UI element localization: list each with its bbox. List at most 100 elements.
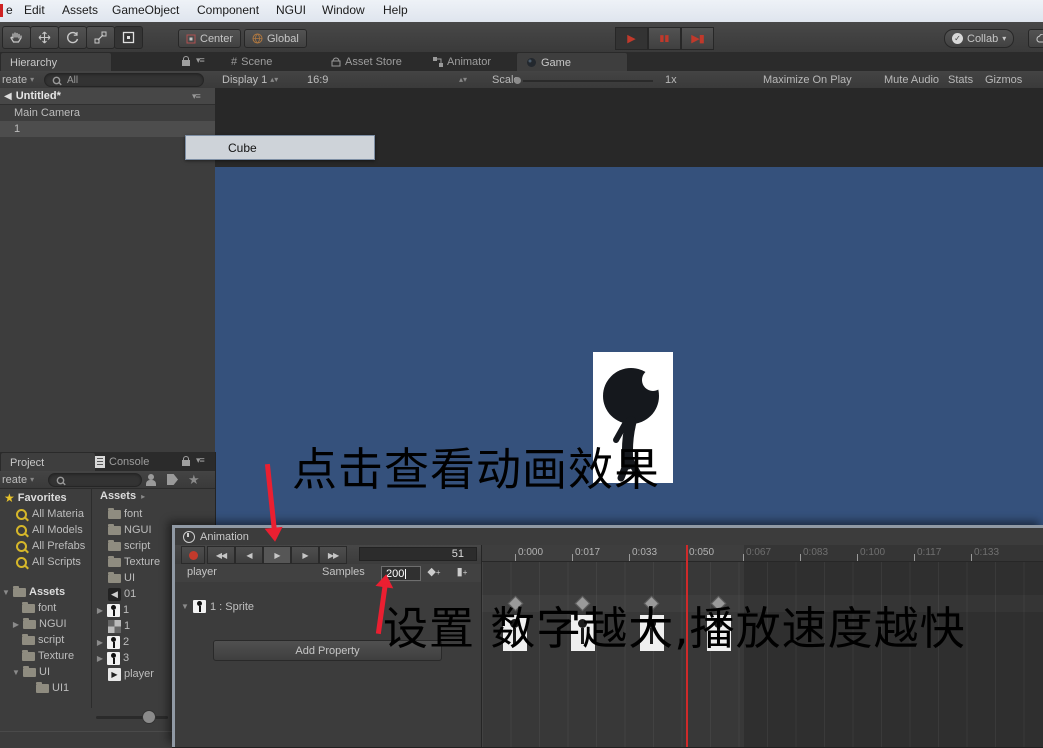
aspect-dropdown[interactable]: 16:9 ▴▾ xyxy=(307,73,467,86)
expander-open-icon[interactable]: ▼ xyxy=(12,668,20,677)
tab-game[interactable]: Game xyxy=(516,52,628,72)
mute-audio-button[interactable]: Mute Audio xyxy=(884,74,939,86)
favorite-all-models[interactable]: All Models xyxy=(16,522,83,538)
asset-row-1-sprite[interactable]: ▶ 1 xyxy=(96,602,129,618)
collab-button[interactable]: ✓ Collab ▾ xyxy=(944,29,1015,48)
favorites-root[interactable]: ★ Favorites xyxy=(4,490,67,506)
scale-slider-knob[interactable] xyxy=(514,77,521,84)
tree-item-ngui[interactable]: ▶ NGUI xyxy=(12,616,67,632)
asset-row-player[interactable]: ▶ player xyxy=(108,666,154,682)
search-by-label-icon[interactable] xyxy=(167,474,178,485)
tree-item-script[interactable]: script xyxy=(22,632,64,648)
pivot-center-button[interactable]: Center xyxy=(178,29,242,48)
lock-icon[interactable] xyxy=(182,455,190,466)
expander-closed-icon[interactable]: ▶ xyxy=(96,606,104,615)
project-zoom-slider-handle[interactable] xyxy=(142,710,156,724)
last-frame-button[interactable]: ▶▶ xyxy=(319,546,347,564)
hierarchy-item-main-camera[interactable]: Main Camera xyxy=(0,105,229,121)
add-event-button[interactable]: ▮+ xyxy=(451,565,473,580)
hierarchy-search-input[interactable]: All xyxy=(44,73,204,87)
hierarchy-pane-tools: ▾≡ xyxy=(182,55,205,66)
menu-item-edit[interactable]: Edit xyxy=(24,3,45,17)
rect-tool-icon[interactable] xyxy=(114,26,143,49)
tree-item-ui[interactable]: ▼ UI xyxy=(12,664,50,680)
project-search-input[interactable] xyxy=(48,473,142,487)
scene-header-row[interactable]: ◀ Untitled* ▾≡ xyxy=(0,88,215,105)
asset-row-script[interactable]: script xyxy=(108,538,150,554)
rotate-tool-icon[interactable] xyxy=(58,26,87,49)
asset-row-texture[interactable]: Texture xyxy=(108,554,160,570)
menu-item-window[interactable]: Window xyxy=(322,3,365,17)
cloud-button[interactable] xyxy=(1028,29,1043,48)
asset-row-ngui[interactable]: NGUI xyxy=(108,522,152,538)
expander-open-icon[interactable]: ▼ xyxy=(181,602,189,611)
favorite-all-scripts[interactable]: All Scripts xyxy=(16,554,81,570)
assets-tree-root[interactable]: ▼ Assets xyxy=(2,584,65,600)
record-button[interactable] xyxy=(181,546,205,564)
expander-closed-icon[interactable]: ▶ xyxy=(96,654,104,663)
display-dropdown[interactable]: Display 1 ▴▾ xyxy=(222,73,278,86)
menu-item-gameobject[interactable]: GameObject xyxy=(112,3,179,17)
next-key-button[interactable]: ▶ xyxy=(291,546,319,564)
scene-menu-icon[interactable]: ▾≡ xyxy=(192,91,201,102)
gizmos-dropdown[interactable]: Gizmos xyxy=(985,74,1022,86)
scene-name: Untitled* xyxy=(15,90,61,102)
asset-row-01[interactable]: ◀ 01 xyxy=(108,586,136,602)
expander-open-icon[interactable]: ▼ xyxy=(2,588,10,597)
project-create-dropdown[interactable]: reate ▾ xyxy=(2,473,34,486)
pivot-global-button[interactable]: Global xyxy=(244,29,307,48)
tab-hierarchy[interactable]: Hierarchy xyxy=(0,52,112,72)
property-row-sprite[interactable]: ▼ 1 : Sprite xyxy=(181,600,254,613)
project-zoom-slider-track[interactable] xyxy=(96,716,168,719)
tree-item-texture[interactable]: Texture xyxy=(22,648,74,664)
tree-item-font[interactable]: font xyxy=(22,600,56,616)
pane-menu-icon[interactable]: ▾≡ xyxy=(196,55,205,66)
stats-button[interactable]: Stats xyxy=(948,74,973,86)
tab-project[interactable]: Project xyxy=(0,452,96,472)
timeline-ruler[interactable]: 0:000 0:017 0:033 0:050 0:067 0:083 0:10… xyxy=(482,545,1043,562)
current-frame-field[interactable]: 51 xyxy=(359,547,477,561)
hand-tool-icon[interactable] xyxy=(2,26,31,49)
tab-asset-store[interactable]: Asset Store xyxy=(322,52,411,71)
favorite-all-prefabs[interactable]: All Prefabs xyxy=(16,538,85,554)
first-frame-button[interactable]: ◀◀ xyxy=(207,546,235,564)
lock-icon[interactable] xyxy=(182,55,190,66)
tab-hierarchy-label: Hierarchy xyxy=(10,56,58,69)
asset-row-3[interactable]: ▶ 3 xyxy=(96,650,129,666)
favorite-all-materials[interactable]: All Materia xyxy=(16,506,84,522)
menu-item-help[interactable]: Help xyxy=(383,3,408,17)
menu-item-component[interactable]: Component xyxy=(197,3,259,17)
menu-item-partial[interactable]: e xyxy=(6,3,13,17)
pane-menu-icon[interactable]: ▾≡ xyxy=(196,455,205,466)
play-animation-button[interactable]: ▶ xyxy=(263,546,291,564)
asset-row-1-texture[interactable]: 1 xyxy=(108,618,130,634)
tab-animator[interactable]: Animator xyxy=(424,52,500,71)
menu-item-assets[interactable]: Assets xyxy=(62,3,98,17)
assets-breadcrumb[interactable]: Assets ▸ xyxy=(100,488,147,504)
create-dropdown[interactable]: reate ▾ xyxy=(2,73,34,86)
step-button[interactable]: ▶▮ xyxy=(681,27,714,50)
expander-closed-icon[interactable]: ▶ xyxy=(12,620,20,629)
pause-button[interactable]: ▮▮ xyxy=(648,27,681,50)
asset-row-ui[interactable]: UI xyxy=(108,570,135,586)
asset-row-font[interactable]: font xyxy=(108,506,142,522)
project-column-divider[interactable] xyxy=(91,488,92,708)
prev-key-button[interactable]: ◀ xyxy=(235,546,263,564)
tab-console[interactable]: Console xyxy=(86,452,158,471)
expander-closed-icon[interactable]: ▶ xyxy=(96,638,104,647)
cube-popup-item[interactable]: Cube xyxy=(185,135,375,160)
animation-window-titlebar[interactable]: Animation xyxy=(175,528,1043,545)
tab-scene[interactable]: # Scene xyxy=(222,52,281,71)
scale-tool-icon[interactable] xyxy=(86,26,115,49)
move-tool-icon[interactable] xyxy=(30,26,59,49)
favorites-filter-icon[interactable]: ★ xyxy=(188,472,200,488)
maximize-on-play-button[interactable]: Maximize On Play xyxy=(763,74,852,86)
unity-scene-icon: ◀ xyxy=(4,90,12,102)
clip-dropdown[interactable]: player xyxy=(187,566,217,578)
play-button[interactable]: ▶ xyxy=(615,27,648,50)
scale-slider-track[interactable] xyxy=(523,80,653,82)
tree-item-ui1[interactable]: UI1 xyxy=(36,680,69,696)
add-keyframe-button[interactable]: ◆+ xyxy=(423,565,445,580)
menu-item-ngui[interactable]: NGUI xyxy=(276,3,306,17)
asset-row-2[interactable]: ▶ 2 xyxy=(96,634,129,650)
